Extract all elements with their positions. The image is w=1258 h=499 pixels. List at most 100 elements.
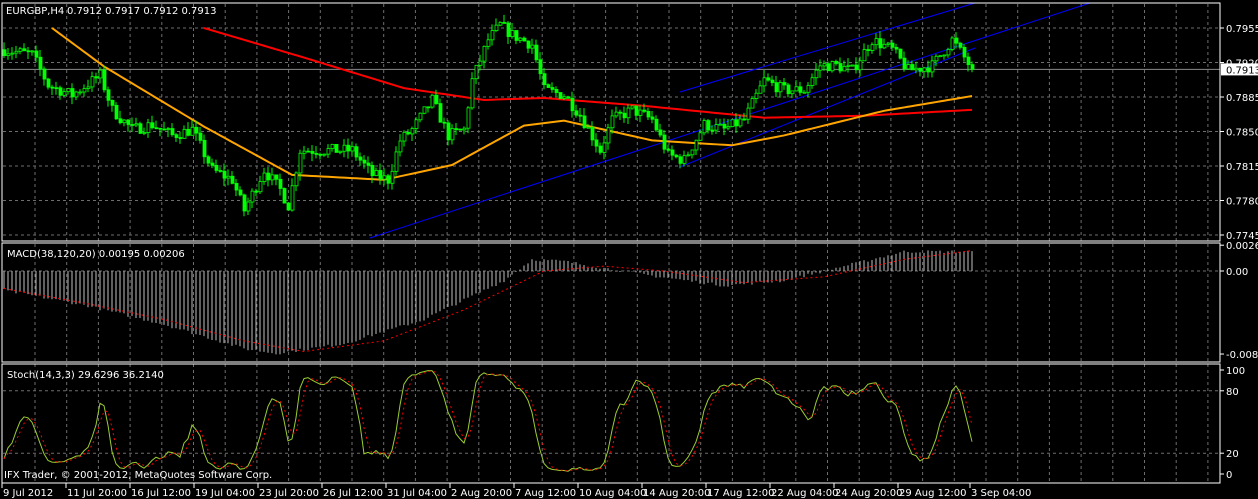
price-bar-body <box>942 54 947 57</box>
price-bar-body <box>466 107 471 129</box>
price-bar-body <box>946 49 951 56</box>
price-bar-body <box>670 149 675 156</box>
price-bar-body <box>666 148 671 151</box>
time-axis-label: 29 Aug 12:00 <box>899 488 966 499</box>
price-bar-body <box>154 127 159 130</box>
macd-label: MACD(38,120,20) 0.00195 0.00206 <box>7 249 185 260</box>
price-bar-body <box>330 143 335 149</box>
copyright-label: IFX Trader, © 2001-2012, MetaQuotes Soft… <box>4 470 272 481</box>
price-bar-body <box>598 145 603 153</box>
stoch-label: Stoch(14,3,3) 29.6296 36.2140 <box>7 370 164 381</box>
symbol-label: EURGBP,H4 <box>6 6 64 17</box>
price-bar-body <box>90 76 95 88</box>
price-bar-body <box>46 78 51 88</box>
time-axis-label: 10 Aug 04:00 <box>579 488 646 499</box>
price-bar-body <box>2 49 7 56</box>
price-bar-body <box>166 128 171 130</box>
price-bar-body <box>226 175 231 179</box>
price-bar-body <box>162 128 167 131</box>
price-axis-label: 0.7885 <box>1226 93 1258 104</box>
price-bar-body <box>702 120 707 134</box>
price-bar-body <box>34 50 39 58</box>
price-bar-body <box>758 85 763 94</box>
price-bar-body <box>674 154 679 158</box>
price-bar-body <box>718 123 723 126</box>
price-bar-body <box>254 190 259 193</box>
price-bar-body <box>478 60 483 66</box>
price-bar-body <box>238 189 243 196</box>
trendlines[interactable] <box>369 2 1091 239</box>
price-bar-body <box>798 86 803 93</box>
price-bar-body <box>782 82 787 86</box>
price-bar-body <box>842 66 847 72</box>
price-bar-body <box>482 45 487 62</box>
price-bar-body <box>750 98 755 109</box>
macd-panel-border <box>1 242 1221 363</box>
price-bar-body <box>486 39 491 47</box>
time-axis-label: 16 Jul 12:00 <box>131 488 191 499</box>
time-axis-label: 7 Aug 12:00 <box>515 488 576 499</box>
price-bar-body <box>890 42 895 48</box>
price-bar-body <box>214 164 219 171</box>
price-bar-body <box>814 69 819 79</box>
ma-fast-line <box>51 27 973 181</box>
price-bar-body <box>590 126 595 141</box>
price-bar-body <box>430 94 435 108</box>
price-bar-body <box>950 37 955 50</box>
price-bar-body <box>822 63 827 67</box>
price-bar-body <box>414 119 419 129</box>
price-bar-body <box>190 126 195 136</box>
price-bar-body <box>714 124 719 131</box>
ma-slow-line <box>203 27 973 119</box>
price-bar-body <box>322 153 327 156</box>
price-bar-body <box>174 134 179 138</box>
price-bar-body <box>762 77 767 87</box>
price-bar-body <box>686 154 691 157</box>
price-bar-body <box>438 103 443 123</box>
price-bar-body <box>82 88 87 93</box>
price-bar-body <box>778 82 783 93</box>
macd-panel <box>3 250 973 355</box>
price-bar-body <box>118 118 123 124</box>
price-axis-label: 0.7850 <box>1226 128 1258 139</box>
price-bar-body <box>150 122 155 129</box>
time-axis-label: 9 Jul 2012 <box>3 488 53 499</box>
price-bar-body <box>710 129 715 132</box>
price-bar-body <box>918 67 923 72</box>
price-bar-body <box>706 120 711 131</box>
price-bar-body <box>390 170 395 184</box>
price-bar-body <box>218 170 223 172</box>
price-bar-body <box>302 150 307 154</box>
price-bar-body <box>690 149 695 156</box>
price-bar-body <box>358 156 363 161</box>
price-bar-body <box>854 64 859 71</box>
price-bar-body <box>26 50 31 53</box>
price-bar-body <box>530 44 535 49</box>
price-bar-body <box>878 38 883 49</box>
price-bar-body <box>938 55 943 58</box>
price-bar-body <box>534 44 539 61</box>
price-bar-body <box>498 22 503 26</box>
price-bar-body <box>682 155 687 164</box>
macd-axis-label: 0.00 <box>1226 267 1248 278</box>
price-bar-body <box>794 86 799 92</box>
price-bar-body <box>754 92 759 99</box>
price-bar-body <box>966 56 971 65</box>
price-bar-body <box>542 73 547 86</box>
price-bar-body <box>230 175 235 184</box>
price-bar-body <box>258 181 263 193</box>
price-bar-body <box>526 40 531 49</box>
price-bar-body <box>334 143 339 153</box>
price-bar-body <box>130 124 135 126</box>
price-axis-label: 0.7955 <box>1226 24 1258 35</box>
price-bar-body <box>58 87 63 96</box>
price-bar-body <box>866 49 871 51</box>
price-bar-body <box>678 156 683 164</box>
time-axis-label: 17 Aug 12:00 <box>707 488 774 499</box>
price-bar-body <box>290 185 295 211</box>
trading-chart[interactable]: EURGBP,H4 0.7912 0.7917 0.7912 0.7913 MA… <box>0 0 1258 499</box>
price-bar-body <box>134 123 139 126</box>
time-axis-label: 31 Jul 04:00 <box>387 488 447 499</box>
time-axis-label: 14 Aug 20:00 <box>643 488 710 499</box>
price-bar-body <box>418 112 423 121</box>
